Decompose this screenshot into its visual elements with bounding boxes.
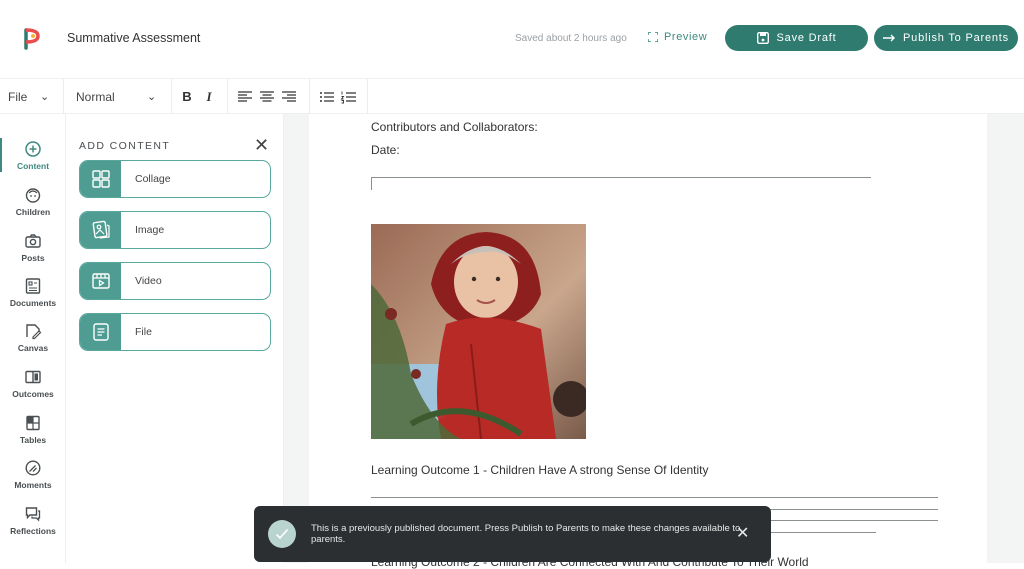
card-label: Image (135, 224, 165, 236)
close-icon[interactable]: ✕ (736, 523, 749, 543)
numbered-list-icon[interactable] (338, 90, 360, 104)
card-label: File (135, 326, 152, 338)
collage-icon (80, 161, 121, 197)
close-icon[interactable]: ✕ (254, 135, 269, 156)
nav-item-posts[interactable]: Posts (0, 232, 66, 276)
align-right-icon[interactable] (278, 90, 300, 104)
add-image-button[interactable]: Image (79, 211, 271, 249)
outcomes-icon (25, 370, 41, 384)
text-style-value: Normal (76, 89, 115, 104)
save-draft-button[interactable]: Save Draft (725, 25, 868, 51)
nav-label: Children (15, 207, 51, 217)
add-collage-button[interactable]: Collage (79, 160, 271, 198)
file-menu[interactable]: File ⌄ (0, 79, 64, 114)
nav-label: Posts (21, 253, 45, 263)
publish-button[interactable]: Publish To Parents (874, 25, 1018, 51)
camera-icon (25, 234, 41, 248)
plus-circle-icon (25, 141, 41, 157)
contributors-label[interactable]: Contributors and Collaborators: (371, 120, 538, 134)
card-label: Collage (135, 173, 171, 185)
align-center-icon[interactable] (256, 90, 278, 104)
formatting-toolbar: File ⌄ Normal ⌄ B I (0, 78, 1024, 114)
document-title[interactable]: Summative Assessment (67, 31, 200, 45)
app-header: Summative Assessment Saved about 2 hours… (0, 0, 1024, 78)
table-icon (26, 415, 40, 431)
nav-label: Tables (19, 435, 47, 445)
child-photo[interactable] (371, 224, 586, 439)
text-format-group: B I (172, 79, 228, 114)
align-left-icon[interactable] (234, 90, 256, 104)
saved-status: Saved about 2 hours ago (515, 33, 627, 44)
panel-title: ADD CONTENT (79, 140, 171, 152)
nav-item-tables[interactable]: Tables (0, 414, 66, 458)
nav-label: Moments (14, 480, 52, 490)
text-style-select[interactable]: Normal ⌄ (64, 79, 172, 114)
save-icon (756, 32, 769, 44)
bullet-list-icon[interactable] (316, 90, 338, 104)
app-logo (24, 28, 40, 50)
nav-label: Canvas (17, 343, 49, 353)
italic-button[interactable]: I (198, 89, 220, 105)
left-navigation: Content Children Posts Documents Canvas (0, 114, 66, 563)
expand-icon (648, 32, 658, 42)
add-video-button[interactable]: Video (79, 262, 271, 300)
nav-item-reflections[interactable]: Reflections (0, 505, 66, 549)
publish-label: Publish To Parents (903, 32, 1009, 44)
file-icon (80, 314, 121, 350)
nav-label: Documents (9, 298, 57, 308)
document-page[interactable]: Contributors and Collaborators: Date: Le… (309, 114, 987, 569)
nav-label: Outcomes (12, 389, 54, 399)
toast-message: This is a previously published document.… (311, 523, 741, 545)
date-label[interactable]: Date: (371, 143, 400, 157)
alignment-group (228, 79, 310, 114)
child-face-icon (25, 188, 41, 203)
save-draft-label: Save Draft (776, 32, 837, 44)
nav-item-documents[interactable]: Documents (0, 277, 66, 321)
file-menu-label: File (8, 89, 28, 104)
chevron-down-icon: ⌄ (40, 91, 50, 103)
text-cursor (371, 177, 372, 190)
learning-outcome-1[interactable]: Learning Outcome 1 - Children Have A str… (371, 463, 709, 477)
card-label: Video (135, 275, 162, 287)
preview-button[interactable]: Preview (648, 31, 707, 43)
document-icon (25, 278, 41, 294)
chevron-down-icon: ⌄ (147, 91, 157, 103)
video-icon (80, 263, 121, 299)
notification-toast: This is a previously published document.… (254, 506, 771, 562)
answer-line (371, 497, 938, 498)
nav-item-outcomes[interactable]: Outcomes (0, 368, 66, 412)
nav-item-children[interactable]: Children (0, 186, 66, 230)
reflections-icon (25, 507, 41, 522)
moments-icon (25, 460, 41, 476)
check-icon (268, 520, 296, 548)
nav-label: Content (16, 161, 50, 171)
add-content-panel: ADD CONTENT ✕ Collage Image Video File (67, 114, 284, 563)
nav-label: Reflections (10, 526, 56, 536)
document-canvas: Contributors and Collaborators: Date: Le… (284, 114, 1024, 569)
nav-item-content[interactable]: Content (0, 140, 66, 184)
image-icon (80, 212, 121, 248)
nav-item-canvas[interactable]: Canvas (0, 322, 66, 366)
list-group (310, 79, 368, 114)
nav-item-moments[interactable]: Moments (0, 459, 66, 503)
divider-line (371, 177, 871, 178)
canvas-icon (26, 324, 42, 340)
arrow-right-icon (883, 34, 896, 42)
bold-button[interactable]: B (176, 89, 198, 104)
preview-label: Preview (664, 31, 708, 43)
add-file-button[interactable]: File (79, 313, 271, 351)
